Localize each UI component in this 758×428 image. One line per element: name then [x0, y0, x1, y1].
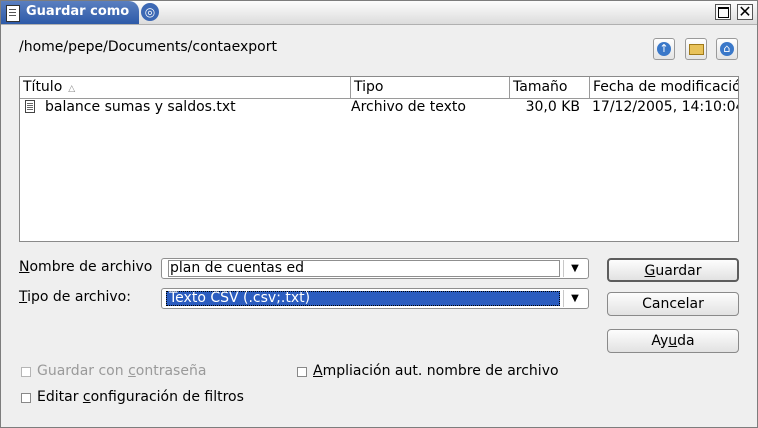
text-file-icon — [25, 100, 35, 113]
filetype-select[interactable]: Texto CSV (.csv;.txt) ▼ — [161, 288, 589, 309]
save-label-mnemonic: G — [644, 263, 656, 279]
help-label-pre: Ay — [651, 333, 669, 349]
title-bar: Guardar como ◎ ✕ — [1, 1, 757, 25]
column-header-type[interactable]: Tipo — [351, 77, 510, 98]
edit-filter-settings-checkbox[interactable] — [21, 393, 31, 403]
up-one-level-button[interactable]: ↑ — [653, 38, 675, 60]
column-header-size[interactable]: Tamaño — [510, 77, 590, 98]
password-label-post: ontraseña — [135, 363, 207, 379]
autoext-label-post: mpliación aut. nombre de archivo — [322, 363, 559, 379]
filetype-label-mnemonic: T — [19, 289, 28, 305]
dropdown-arrow-icon[interactable]: ▼ — [563, 260, 586, 277]
suse-logo-icon[interactable]: ◎ — [141, 3, 159, 21]
title-tab-extra: ◎ — [1, 1, 171, 24]
column-header-title[interactable]: Título △ — [20, 77, 351, 98]
filetype-value: Texto CSV (.csv;.txt) — [169, 290, 311, 306]
password-label-pre: Guardar con — [37, 363, 129, 379]
save-button[interactable]: Guardar — [607, 258, 739, 282]
cancel-button[interactable]: Cancelar — [607, 292, 739, 316]
maximize-button[interactable] — [715, 4, 731, 20]
file-size: 30,0 KB — [525, 99, 580, 115]
save-as-dialog: Guardar como ◎ ✕ /home/pepe/Documents/co… — [0, 0, 758, 428]
file-type: Archivo de texto — [351, 99, 466, 115]
password-label-mnemonic: c — [128, 363, 136, 379]
create-folder-button[interactable] — [685, 38, 707, 60]
filter-label-mnemonic: c — [82, 389, 91, 405]
save-label-post: uardar — [655, 263, 702, 279]
dropdown-arrow-icon[interactable]: ▼ — [563, 290, 586, 307]
filename-input[interactable]: plan de cuentas ed — [170, 260, 558, 277]
autoext-label-mnemonic: A — [313, 363, 323, 379]
filename-combobox[interactable]: plan de cuentas ed ▼ — [161, 258, 589, 279]
filter-label-pre: Editar — [37, 389, 83, 405]
column-title-label: Título — [23, 79, 63, 95]
file-list[interactable]: Título △ Tipo Tamaño Fecha de modificació… — [19, 76, 739, 242]
sort-ascending-icon: △ — [68, 84, 76, 94]
default-directory-button[interactable]: ⌂ — [716, 38, 738, 60]
auto-extension-label: Ampliación aut. nombre de archivo — [313, 363, 559, 379]
filename-label-text: ombre de archivo — [29, 259, 153, 275]
auto-extension-checkbox[interactable] — [297, 367, 307, 377]
help-label-post: da — [677, 333, 695, 349]
arrow-up-circle-icon: ↑ — [657, 42, 671, 56]
save-with-password-label: Guardar con contraseña — [37, 363, 206, 379]
save-with-password-checkbox[interactable] — [21, 367, 31, 377]
new-folder-icon — [689, 44, 704, 55]
help-label-mnemonic: u — [668, 333, 678, 349]
home-icon: ⌂ — [720, 42, 734, 56]
file-name: balance sumas y saldos.txt — [45, 99, 236, 115]
filter-label-post: onfiguración de filtros — [90, 389, 244, 405]
filename-label: Nombre de archivo — [19, 259, 157, 275]
close-button[interactable]: ✕ — [737, 4, 753, 20]
column-header-modified[interactable]: Fecha de modificación — [590, 77, 738, 98]
file-modified: 17/12/2005, 14:10:04 — [592, 99, 739, 115]
edit-filter-settings-label: Editar configuración de filtros — [37, 389, 244, 405]
current-path: /home/pepe/Documents/contaexport — [19, 39, 277, 55]
file-row[interactable]: balance sumas y saldos.txt Archivo de te… — [20, 98, 739, 116]
filename-label-mnemonic: N — [19, 259, 30, 275]
file-list-header: Título △ Tipo Tamaño Fecha de modificació… — [20, 77, 738, 99]
filetype-label: Tipo de archivo: — [19, 289, 131, 305]
help-button[interactable]: Ayuda — [607, 329, 739, 353]
filetype-label-text: ipo de archivo: — [27, 289, 131, 305]
